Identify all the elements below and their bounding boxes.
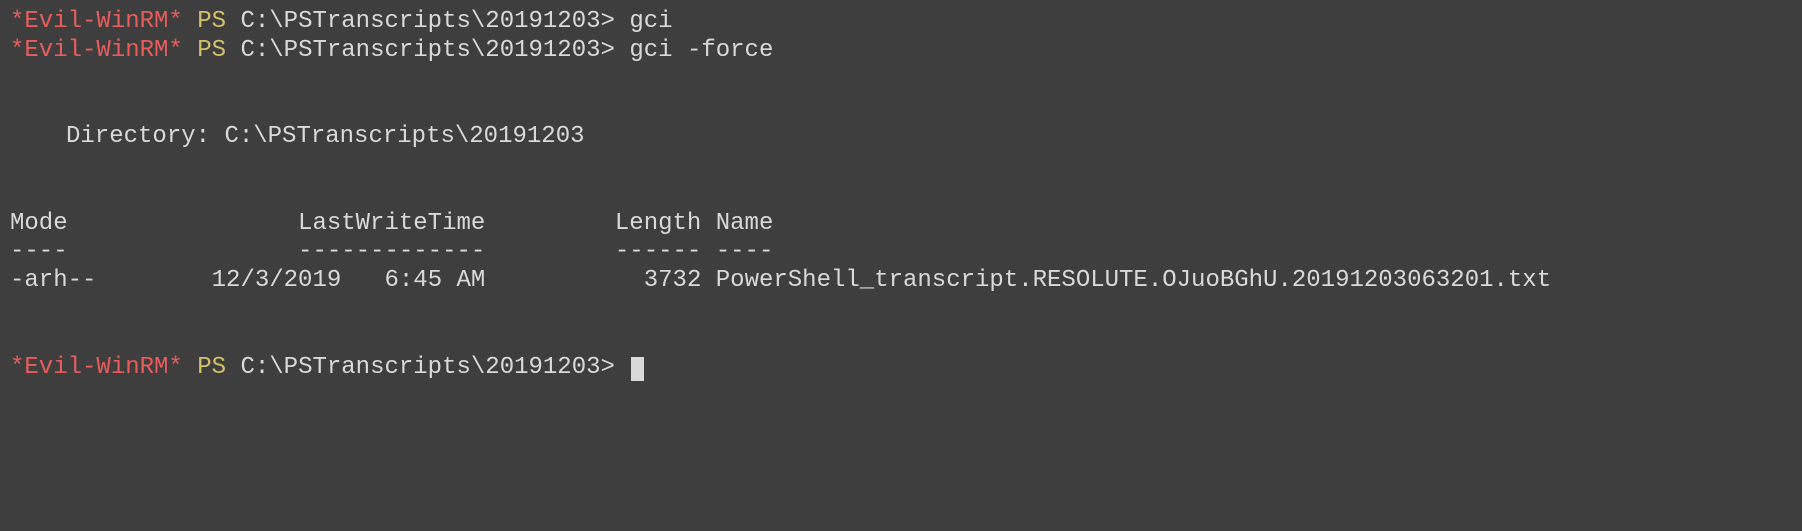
directory-path: C:\PSTranscripts\20191203 xyxy=(224,123,584,150)
table-divider: ---- ------------- ------ ---- xyxy=(10,238,1792,267)
table-row: -arh-- 12/3/2019 6:45 AM 3732 PowerShell… xyxy=(10,267,1792,296)
blank-line xyxy=(10,181,1792,210)
terminal-prompt-line[interactable]: *Evil-WinRM* PS C:\PSTranscripts\2019120… xyxy=(10,354,1792,383)
header-mode: Mode xyxy=(10,210,68,237)
prompt-path: C:\PSTranscripts\20191203> xyxy=(240,354,614,381)
table-header: Mode LastWriteTime Length Name xyxy=(10,210,1792,239)
divider-length: ------ xyxy=(615,238,701,265)
divider-name: ---- xyxy=(716,238,774,265)
blank-line xyxy=(10,325,1792,354)
directory-line: Directory: C:\PSTranscripts\20191203 xyxy=(10,123,1792,152)
prompt-path: C:\PSTranscripts\20191203> xyxy=(240,37,614,64)
cursor-block xyxy=(631,357,644,381)
row-date: 12/3/2019 xyxy=(212,267,342,294)
divider-lastwrite: ------------- xyxy=(298,238,485,265)
prompt-ps: PS xyxy=(197,37,226,64)
prompt-tool: *Evil-WinRM* xyxy=(10,354,183,381)
prompt-ps: PS xyxy=(197,8,226,35)
blank-line xyxy=(10,296,1792,325)
row-name: PowerShell_transcript.RESOLUTE.OJuoBGhU.… xyxy=(716,267,1551,294)
blank-line xyxy=(10,152,1792,181)
terminal-line: *Evil-WinRM* PS C:\PSTranscripts\2019120… xyxy=(10,37,1792,66)
row-mode: -arh-- xyxy=(10,267,96,294)
command-text: gci -force xyxy=(629,37,773,64)
prompt-tool: *Evil-WinRM* xyxy=(10,37,183,64)
prompt-path: C:\PSTranscripts\20191203> xyxy=(240,8,614,35)
command-text: gci xyxy=(629,8,672,35)
directory-label: Directory: xyxy=(66,123,210,150)
row-time: 6:45 AM xyxy=(384,267,485,294)
terminal-line: *Evil-WinRM* PS C:\PSTranscripts\2019120… xyxy=(10,8,1792,37)
header-length: Length xyxy=(615,210,701,237)
blank-line xyxy=(10,66,1792,95)
prompt-ps: PS xyxy=(197,354,226,381)
header-name: Name xyxy=(716,210,774,237)
divider-mode: ---- xyxy=(10,238,68,265)
blank-line xyxy=(10,94,1792,123)
header-lastwrite: LastWriteTime xyxy=(298,210,485,237)
row-length: 3732 xyxy=(644,267,702,294)
prompt-tool: *Evil-WinRM* xyxy=(10,8,183,35)
